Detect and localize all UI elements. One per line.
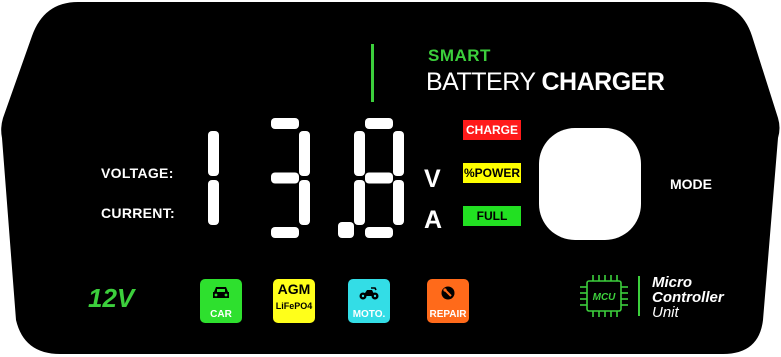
motorcycle-icon <box>359 287 379 300</box>
agm-label: AGM <box>277 281 311 297</box>
unit-volts: V <box>424 165 441 193</box>
mcu-line-controller: Controller <box>652 289 724 306</box>
segment-c <box>299 180 310 225</box>
segment-g <box>271 172 299 184</box>
segment-a <box>271 118 299 129</box>
segment-c <box>393 180 404 225</box>
car-icon <box>213 287 229 298</box>
moto-label: MOTO. <box>352 309 386 320</box>
car-label: CAR <box>210 309 232 320</box>
repair-icon <box>441 286 455 300</box>
mode-moto-button[interactable]: MOTO. <box>348 279 390 323</box>
segment-b <box>208 131 219 176</box>
brand-charger: CHARGER <box>541 68 665 96</box>
mcu-divider <box>638 276 640 316</box>
voltage-label: VOLTAGE: <box>101 165 174 181</box>
lifepo4-label: LiFePO4 <box>275 301 313 311</box>
mode-car-button[interactable]: CAR <box>200 279 242 323</box>
decimal-point <box>338 222 354 238</box>
segment-c <box>208 180 219 225</box>
segment-a <box>365 118 393 129</box>
repair-label: REPAIR <box>429 309 467 320</box>
brand-battery: BATTERY <box>426 68 536 96</box>
brand-smart: SMART <box>428 46 491 65</box>
mcu-line-unit: Unit <box>652 304 679 321</box>
power-indicator: %POWER <box>463 163 521 183</box>
mode-agm-button[interactable]: AGM LiFePO4 <box>273 279 315 323</box>
mode-repair-button[interactable]: REPAIR <box>427 279 469 323</box>
voltage-12v-label: 12V <box>88 283 135 313</box>
mcu-chip-icon: MCU <box>580 275 628 317</box>
mcu-chip-label: MCU <box>593 292 617 303</box>
mode-button[interactable] <box>539 128 641 240</box>
segment-f <box>354 131 365 176</box>
mode-label: MODE <box>670 176 712 192</box>
brand-divider <box>371 44 374 102</box>
segment-d <box>365 227 393 238</box>
segment-b <box>299 131 310 176</box>
segment-b <box>393 131 404 176</box>
segment-e <box>354 180 365 225</box>
seven-segment-display <box>208 118 404 238</box>
full-indicator: FULL <box>463 206 521 226</box>
brand-title: BATTERY CHARGER <box>426 68 665 97</box>
segment-g <box>365 172 393 184</box>
segment-d <box>271 227 299 238</box>
unit-amps: A <box>424 206 443 234</box>
current-label: CURRENT: <box>101 205 175 221</box>
mcu-line-micro: Micro <box>652 274 693 291</box>
mcu-text: Micro Controller Unit <box>652 275 724 320</box>
charge-indicator: CHARGE <box>463 120 521 140</box>
